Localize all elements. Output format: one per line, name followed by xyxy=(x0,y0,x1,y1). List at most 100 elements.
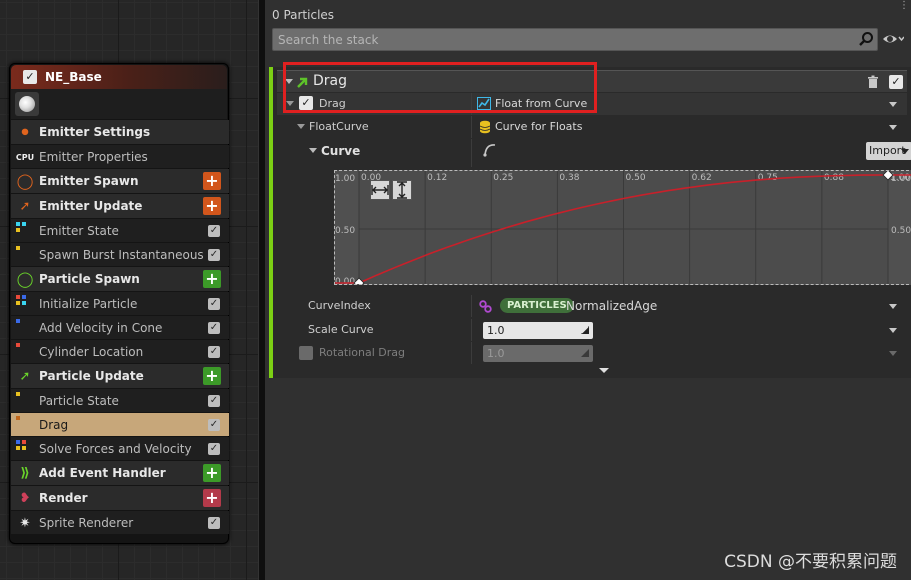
curve-row: Curve xyxy=(277,139,907,167)
drag-input-checkbox[interactable]: ✓ xyxy=(299,96,313,110)
ring-icon: ◯ xyxy=(16,270,34,288)
module-enable-checkbox[interactable]: ✓ xyxy=(208,322,220,334)
panel-splitter[interactable] xyxy=(258,0,265,580)
node-row-cylinder-location[interactable]: Cylinder Location ✓ xyxy=(11,340,229,363)
node-row-particle-update[interactable]: ➚ Particle Update + xyxy=(11,364,229,388)
node-row-label: Particle Spawn xyxy=(39,272,140,286)
curveindex-value[interactable]: NormalizedAge xyxy=(566,299,657,313)
module-color-dots-icon xyxy=(16,416,28,428)
floatcurve-label: FloatCurve xyxy=(309,120,369,133)
expand-triangle-icon[interactable] xyxy=(286,101,294,106)
node-row-initialize-particle[interactable]: Initialize Particle ✓ xyxy=(11,292,229,315)
collapse-triangle-icon[interactable] xyxy=(285,79,293,84)
dropdown-arrow-icon[interactable] xyxy=(889,328,897,333)
node-row-emitter-settings[interactable]: ⏺ Emitter Settings xyxy=(11,120,229,144)
module-enable-checkbox[interactable]: ✓ xyxy=(208,443,220,455)
module-enable-checkbox[interactable]: ✓ xyxy=(208,419,220,431)
scale-curve-input[interactable]: 1.0 xyxy=(483,322,593,339)
curve-editor-canvas[interactable]: 0.00 0.12 0.25 0.38 0.50 0.62 0.75 0.88 1.00 1.0… xyxy=(335,171,911,284)
search-icon[interactable] xyxy=(858,31,874,47)
add-module-button[interactable]: + xyxy=(203,197,221,215)
curve-x-tick-label: 0.50 xyxy=(626,173,646,183)
curve-y-tick-label-right: 0.50 xyxy=(891,226,911,236)
node-row-add-velocity-in-cone[interactable]: Add Velocity in Cone ✓ xyxy=(11,316,229,339)
module-enable-checkbox[interactable]: ✓ xyxy=(208,298,220,310)
add-module-button[interactable]: + xyxy=(203,489,221,507)
signal-icon: ⟫ xyxy=(20,465,30,481)
node-row-label: Particle Update xyxy=(39,369,144,383)
emitter-enable-checkbox[interactable]: ✓ xyxy=(23,70,37,84)
stack-search-input[interactable] xyxy=(273,29,853,50)
node-row-particle-state[interactable]: Particle State ✓ xyxy=(11,389,229,412)
import-button[interactable]: Import xyxy=(866,142,911,160)
node-row-spawn-burst-instantaneous[interactable]: Spawn Burst Instantaneous ✓ xyxy=(11,243,229,266)
node-row-emitter-state[interactable]: Emitter State ✓ xyxy=(11,219,229,242)
rotational-drag-label: Rotational Drag xyxy=(319,346,406,359)
node-row-label: Emitter Update xyxy=(39,199,143,213)
add-module-button[interactable]: + xyxy=(203,270,221,288)
node-row-emitter-update[interactable]: ➚ Emitter Update + xyxy=(11,194,229,218)
delete-trash-icon[interactable] xyxy=(867,75,879,89)
module-color-dots-icon xyxy=(16,343,28,355)
module-enable-checkbox[interactable]: ✓ xyxy=(208,346,220,358)
dropdown-arrow-icon[interactable] xyxy=(889,304,897,309)
expand-triangle-icon[interactable] xyxy=(297,124,305,129)
node-row-emitter-spawn[interactable]: ◯ Emitter Spawn + xyxy=(11,169,229,193)
node-row-render[interactable]: ❥ Render + xyxy=(11,486,229,510)
emitter-node-header[interactable]: ✓ NE_Base xyxy=(11,65,227,89)
node-row-label: Add Velocity in Cone xyxy=(39,320,163,335)
link-icon[interactable] xyxy=(479,300,492,313)
emitter-node[interactable]: ✓ NE_Base ⏺ Emitter Settings CPU Emitter Pr… xyxy=(9,63,229,544)
dropdown-arrow-icon[interactable] xyxy=(889,102,897,107)
module-color-dots-icon xyxy=(16,319,28,331)
dropdown-arrow-icon[interactable] xyxy=(889,125,897,130)
node-row-label: Add Event Handler xyxy=(39,466,166,480)
node-row-label: Sprite Renderer xyxy=(39,515,134,530)
drag-module-header[interactable]: Drag ✓ xyxy=(277,70,907,92)
node-graph-canvas[interactable]: ✓ NE_Base ⏺ Emitter Settings CPU Emitter Pr… xyxy=(0,0,258,580)
node-row-label: Solve Forces and Velocity xyxy=(39,441,192,456)
particles-namespace-pill: PARTICLES xyxy=(500,298,574,313)
module-enable-checkbox[interactable]: ✓ xyxy=(208,249,220,261)
add-module-button[interactable]: + xyxy=(203,367,221,385)
more-options-icon[interactable]: ⋮ xyxy=(899,0,909,11)
module-enable-checkbox[interactable]: ✓ xyxy=(208,395,220,407)
show-more-arrow-icon[interactable] xyxy=(598,367,610,375)
module-enable-checkbox[interactable]: ✓ xyxy=(208,225,220,237)
scale-curve-row: Scale Curve 1.0 xyxy=(277,319,907,341)
dropdown-arrow-icon[interactable] xyxy=(889,351,897,356)
rotational-drag-input[interactable]: 1.0 xyxy=(483,345,593,362)
expand-triangle-icon[interactable] xyxy=(309,148,317,153)
fit-horizontal-button[interactable] xyxy=(370,180,390,200)
module-color-dots-icon xyxy=(16,295,28,307)
node-row-label: Emitter State xyxy=(39,223,119,238)
node-row-solve-forces-and-velocity[interactable]: Solve Forces and Velocity ✓ xyxy=(11,437,229,460)
module-title: Drag xyxy=(313,73,348,89)
add-module-button[interactable]: + xyxy=(203,464,221,482)
fit-vertical-icon xyxy=(397,181,407,199)
emitter-thumbnail xyxy=(11,89,227,119)
node-row-emitter-properties[interactable]: CPU Emitter Properties xyxy=(11,145,229,168)
module-color-dots-icon xyxy=(16,246,28,258)
fit-horizontal-icon xyxy=(371,185,389,195)
visibility-eye-icon[interactable] xyxy=(882,31,904,47)
render-icon: ❥ xyxy=(19,490,31,506)
module-enable-checkbox[interactable]: ✓ xyxy=(208,517,220,529)
node-row-label: Initialize Particle xyxy=(39,296,138,311)
node-row-drag[interactable]: Drag ✓ xyxy=(11,413,229,436)
curve-editor[interactable]: 0.00 0.12 0.25 0.38 0.50 0.62 0.75 0.88 1.00 1.0… xyxy=(334,170,911,285)
curve-tangent-icon[interactable] xyxy=(482,141,498,157)
stack-search-box[interactable] xyxy=(272,28,878,51)
node-row-particle-spawn[interactable]: ◯ Particle Spawn + xyxy=(11,267,229,291)
scale-curve-value: 1.0 xyxy=(487,324,505,337)
add-module-button[interactable]: + xyxy=(203,172,221,190)
drag-input-value[interactable]: Float from Curve xyxy=(495,97,587,110)
floatcurve-value[interactable]: Curve for Floats xyxy=(495,120,582,133)
drag-module-panel: Drag ✓ ✓ Drag Float from Curve FloatCurv… xyxy=(269,67,911,378)
node-row-add-event-handler[interactable]: ⟫ Add Event Handler + xyxy=(11,461,229,485)
rotational-drag-checkbox[interactable] xyxy=(299,346,313,360)
node-row-sprite-renderer[interactable]: ✷ Sprite Renderer ✓ xyxy=(11,511,229,534)
resize-corner-icon xyxy=(581,349,589,357)
fit-vertical-button[interactable] xyxy=(392,180,412,200)
module-enable-checkbox[interactable]: ✓ xyxy=(889,75,903,89)
